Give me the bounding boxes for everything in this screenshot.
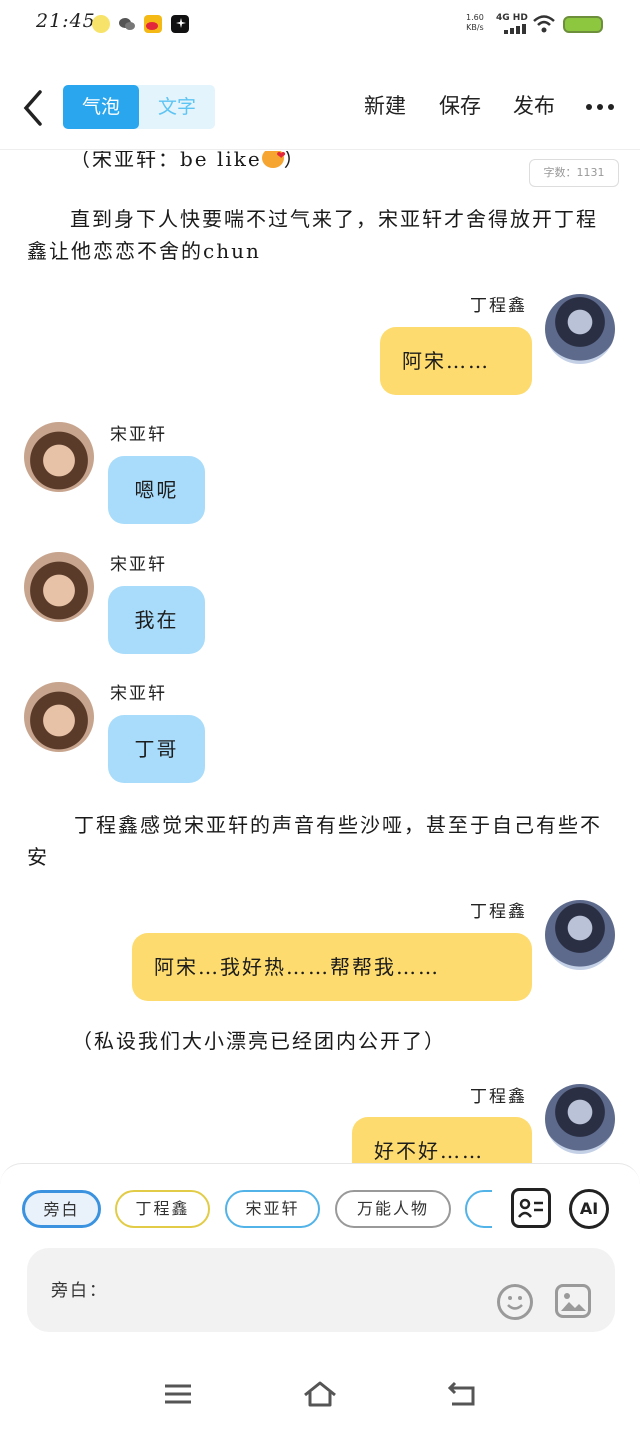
chat-bubble[interactable]: 丁哥 xyxy=(108,715,205,783)
system-nav-bar xyxy=(0,1357,640,1433)
role-chip-narration[interactable]: 旁白 xyxy=(22,1190,101,1228)
role-chip-song[interactable]: 宋亚轩 xyxy=(225,1190,320,1228)
chat-bubble[interactable]: 嗯呢 xyxy=(108,456,205,524)
home-button[interactable] xyxy=(302,1379,338,1409)
role-chip-ding[interactable]: 丁程鑫 xyxy=(115,1190,210,1228)
avatar[interactable] xyxy=(24,552,94,622)
avatar[interactable] xyxy=(545,900,615,970)
image-button[interactable] xyxy=(555,1284,591,1318)
chat-bubble[interactable]: 好不好…… xyxy=(352,1117,532,1164)
status-bar: 21:45 1.60 KB/s 4G HD xyxy=(0,0,640,50)
composer-panel: 旁白 丁程鑫 宋亚轩 万能人物 加 AI 旁白： xyxy=(0,1163,640,1357)
back-nav-button[interactable] xyxy=(446,1379,478,1409)
notification-app-icon xyxy=(92,15,110,33)
signal-icon xyxy=(504,24,526,34)
avatar[interactable] xyxy=(545,294,615,364)
menu-button[interactable] xyxy=(162,1379,194,1409)
input-role-label: 旁白： xyxy=(51,1281,108,1301)
message-input[interactable]: 旁白： xyxy=(27,1248,615,1332)
contact-card-icon xyxy=(518,1198,543,1218)
story-content[interactable]: （宋亚轩：be like） 字数：1131 直到身下人快要喘不过气来了，宋亚轩才… xyxy=(0,151,640,1164)
status-time: 21:45 xyxy=(36,10,96,32)
image-icon xyxy=(561,1293,586,1311)
weibo-icon xyxy=(144,15,162,33)
menu-icon xyxy=(165,1384,191,1404)
wechat-icon xyxy=(118,15,136,33)
role-selector: 旁白 丁程鑫 宋亚轩 万能人物 加 xyxy=(0,1190,492,1232)
role-chip-any[interactable]: 万能人物 xyxy=(335,1190,451,1228)
emoji-button[interactable] xyxy=(497,1284,533,1320)
speaker-name: 丁程鑫 xyxy=(470,902,527,922)
narration-block[interactable]: （私设我们大小漂亮已经团内公开了） xyxy=(72,1025,640,1057)
net-speed: 1.60 KB/s xyxy=(466,13,484,32)
narration-block[interactable]: 丁程鑫感觉宋亚轩的声音有些沙哑，甚至于自己有些不安 xyxy=(27,809,617,873)
speaker-name: 丁程鑫 xyxy=(470,1087,527,1107)
avatar[interactable] xyxy=(24,422,94,492)
avatar[interactable] xyxy=(545,1084,615,1154)
word-count-badge: 字数：1131 xyxy=(529,159,619,187)
home-icon xyxy=(304,1381,336,1407)
tab-bubble[interactable]: 气泡 xyxy=(63,85,139,129)
tab-text[interactable]: 文字 xyxy=(139,85,215,129)
chat-bubble[interactable]: 阿宋…我好热……帮帮我…… xyxy=(132,933,532,1001)
wifi-icon xyxy=(532,14,556,38)
editor-header: 气泡 文字 新建 保存 发布 xyxy=(0,60,640,150)
speaker-name: 宋亚轩 xyxy=(110,425,167,445)
back-button[interactable] xyxy=(20,88,50,128)
avatar[interactable] xyxy=(24,682,94,752)
narration-block[interactable]: 直到身下人快要喘不过气来了，宋亚轩才舍得放开丁程鑫让他恋恋不舍的chun xyxy=(27,203,617,267)
save-button[interactable]: 保存 xyxy=(439,90,481,120)
publish-button[interactable]: 发布 xyxy=(513,90,555,120)
character-card-button[interactable] xyxy=(511,1188,551,1228)
network-type: 4G HD xyxy=(496,13,528,23)
smiley-icon xyxy=(507,1296,523,1310)
speaker-name: 丁程鑫 xyxy=(470,296,527,316)
chat-bubble[interactable]: 我在 xyxy=(108,586,205,654)
ai-button[interactable]: AI xyxy=(569,1189,609,1229)
mode-toggle: 气泡 文字 xyxy=(63,85,215,129)
battery-icon xyxy=(563,16,603,33)
role-chip-add[interactable]: 加 xyxy=(465,1190,492,1228)
smiling-face-hearts-icon xyxy=(261,151,288,172)
chat-bubble[interactable]: 阿宋…… xyxy=(380,327,532,395)
sparkle-app-icon xyxy=(171,15,189,33)
more-menu-button[interactable] xyxy=(586,104,614,110)
new-button[interactable]: 新建 xyxy=(364,90,406,120)
return-icon xyxy=(447,1381,475,1406)
chevron-left-icon xyxy=(23,90,42,126)
speaker-name: 宋亚轩 xyxy=(110,555,167,575)
speaker-name: 宋亚轩 xyxy=(110,684,167,704)
